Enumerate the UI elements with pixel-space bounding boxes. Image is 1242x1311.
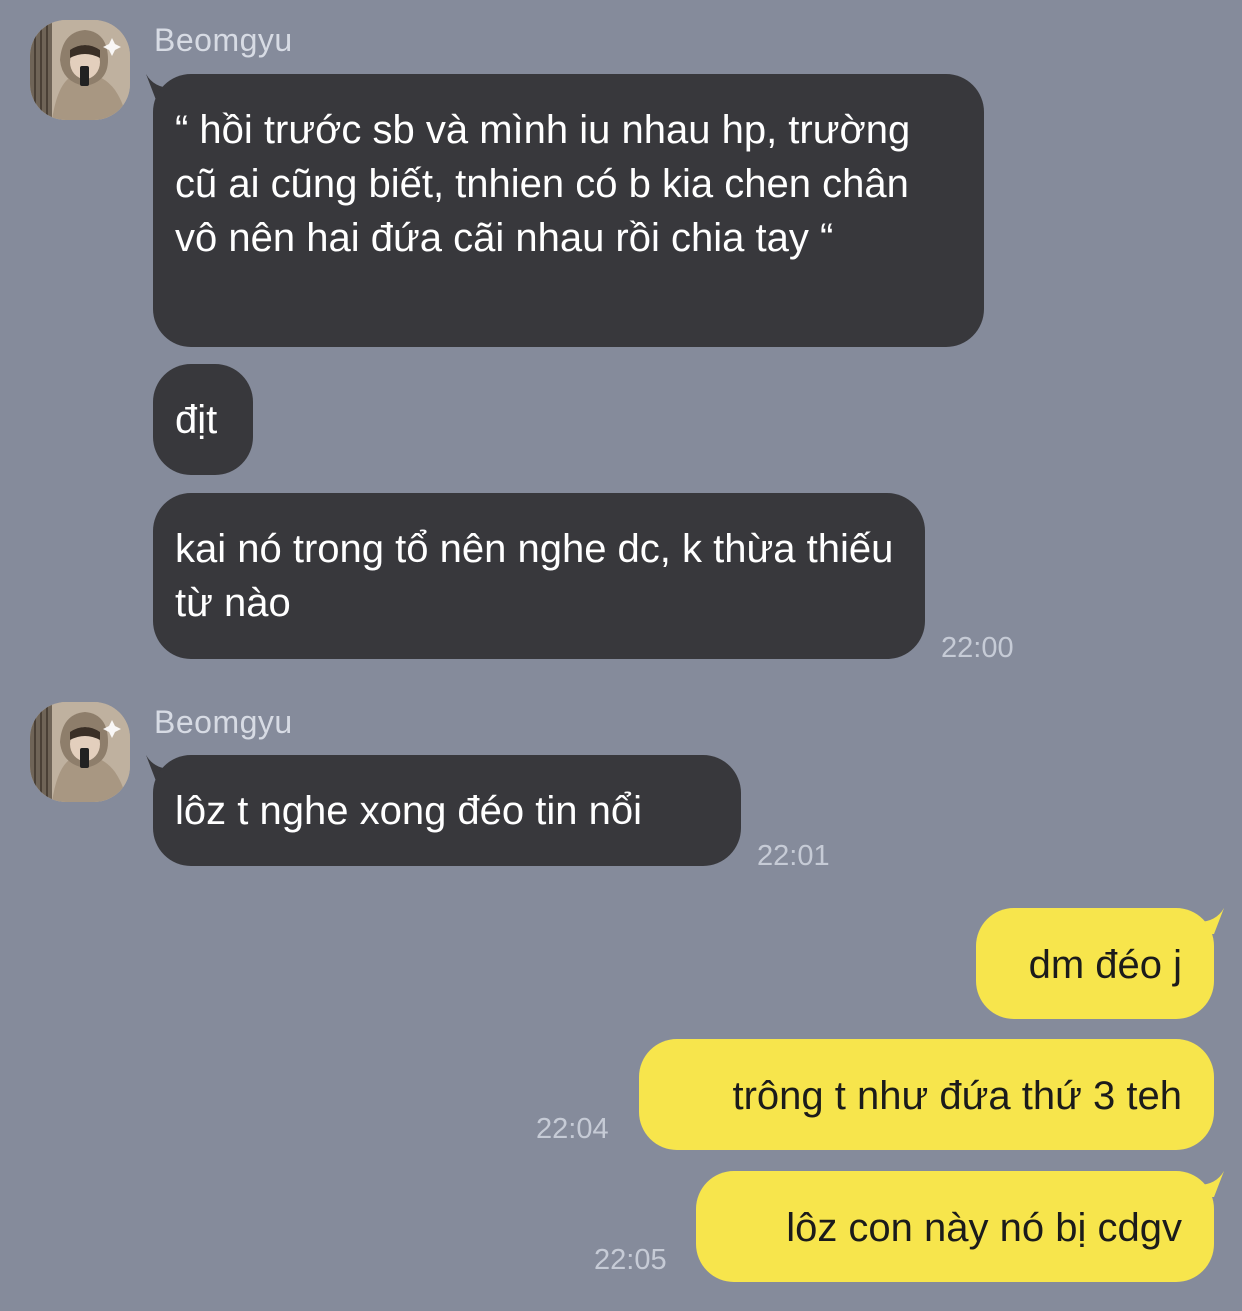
message-bubble[interactable]: lôz t nghe xong đéo tin nổi <box>153 755 741 866</box>
sender-avatar[interactable] <box>30 702 130 802</box>
sender-name: Beomgyu <box>154 704 293 740</box>
message-timestamp: 22:01 <box>757 840 830 872</box>
message-bubble[interactable]: “ hồi trước sb và mình iu nhau hp, trườn… <box>153 74 984 347</box>
message-bubble[interactable]: trông t như đứa thứ 3 teh <box>639 1039 1214 1150</box>
message-bubble[interactable]: dm đéo j <box>976 908 1214 1019</box>
message-bubble[interactable]: địt <box>153 364 253 475</box>
message-bubble[interactable]: kai nó trong tổ nên nghe dc, k thừa thiế… <box>153 493 925 659</box>
message-timestamp: 22:04 <box>536 1113 609 1145</box>
sender-name: Beomgyu <box>154 22 293 58</box>
message-bubble[interactable]: lôz con này nó bị cdgv <box>696 1171 1214 1282</box>
profile-photo-icon <box>30 702 130 802</box>
message-timestamp: 22:00 <box>941 632 1014 664</box>
sender-avatar[interactable] <box>30 20 130 120</box>
message-timestamp: 22:05 <box>594 1244 667 1276</box>
profile-photo-icon <box>30 20 130 120</box>
